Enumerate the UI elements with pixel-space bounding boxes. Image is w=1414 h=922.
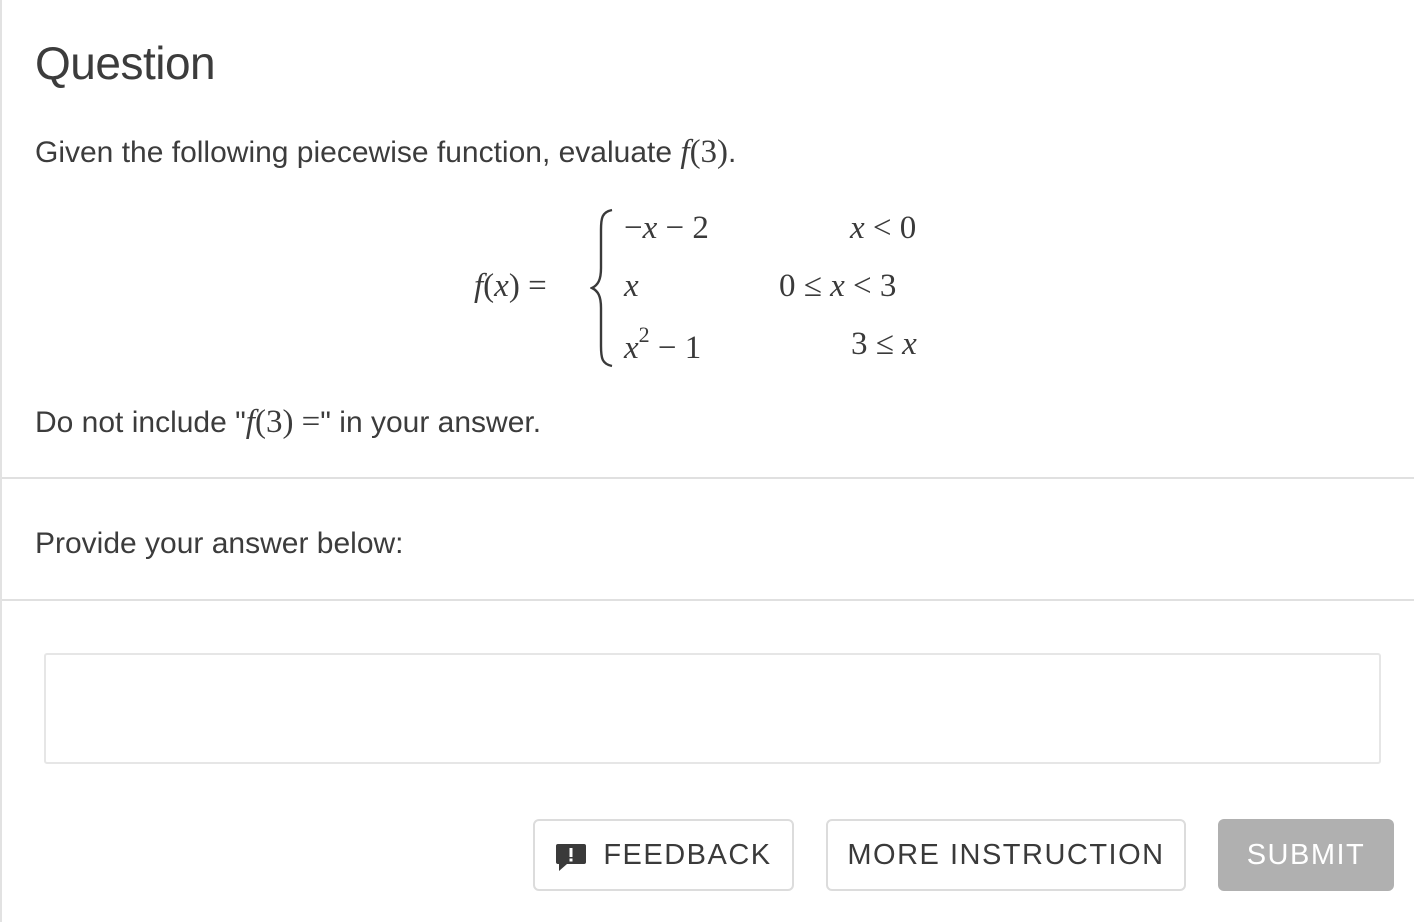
submit-button[interactable]: SUBMIT: [1218, 819, 1394, 891]
piece-1-expr: −x − 2: [624, 210, 709, 246]
piece-3-condition: 3 ≤ x: [851, 326, 917, 362]
more-instruction-label: MORE INSTRUCTION: [847, 838, 1165, 871]
submit-label: SUBMIT: [1246, 838, 1366, 871]
divider: [2, 599, 1414, 601]
piece-2-condition: 0 ≤ x < 3: [779, 268, 897, 304]
exclamation-speech-bubble-icon: [556, 844, 587, 871]
answer-note: Do not include "f(3) =" in your answer.: [35, 404, 541, 441]
feedback-button[interactable]: FEEDBACK: [533, 819, 794, 891]
feedback-label: FEEDBACK: [603, 838, 772, 871]
piece-2-expr: x: [624, 268, 639, 304]
divider: [2, 477, 1414, 479]
piece-1-condition: x < 0: [850, 210, 917, 246]
note-math: f(3) =: [245, 404, 321, 440]
more-instruction-button[interactable]: MORE INSTRUCTION: [826, 819, 1186, 891]
note-before: Do not include ": [35, 406, 246, 439]
function-lhs: f(x) =: [474, 268, 547, 304]
left-brace: [590, 208, 613, 368]
piecewise-function: f(x) = −x − 2 x < 0 x 0 ≤ x < 3 x2 − 1 3…: [0, 0, 1414, 400]
answer-input[interactable]: [44, 653, 1381, 764]
answer-label: Provide your answer below:: [35, 527, 404, 560]
note-after: " in your answer.: [320, 406, 542, 439]
piece-3-expr: x2 − 1: [624, 322, 702, 366]
